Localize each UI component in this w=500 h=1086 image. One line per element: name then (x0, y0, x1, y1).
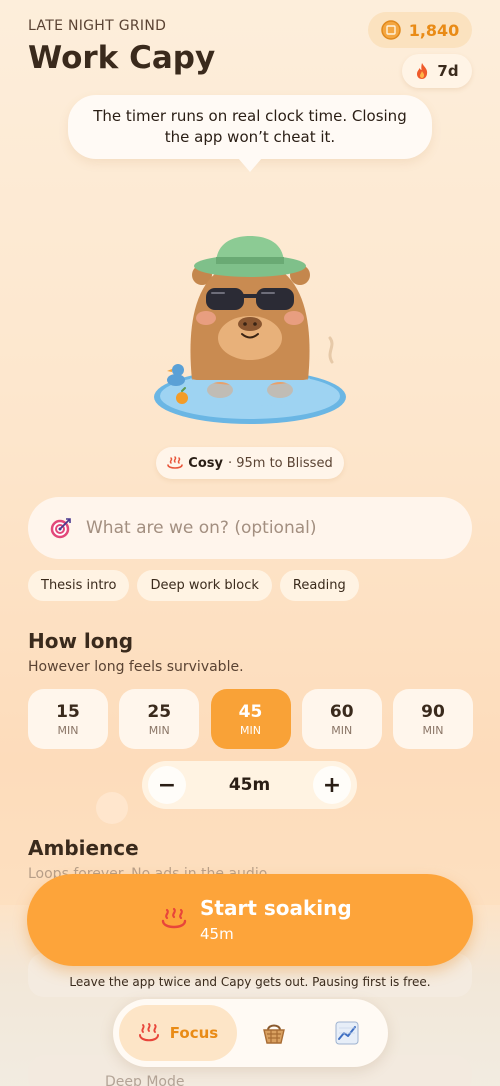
decrement-button[interactable]: − (148, 766, 186, 804)
task-input[interactable] (86, 518, 426, 538)
tab-focus[interactable]: Focus (119, 1005, 237, 1061)
bottom-tab-bar: Focus (113, 999, 388, 1067)
duration-option-unit: MIN (57, 723, 79, 737)
task-input-container[interactable] (28, 497, 472, 559)
tip-bubble: The timer runs on real clock time. Closi… (68, 95, 432, 159)
tip-bubble-tail (238, 158, 262, 172)
duration-option-60[interactable]: 60 MIN (301, 689, 382, 749)
coin-balance-badge[interactable]: 1,840 (368, 12, 472, 48)
duration-option-unit: MIN (148, 723, 170, 737)
duration-heading: How long (28, 629, 134, 653)
task-chip[interactable]: Thesis intro (28, 570, 130, 601)
hot-spring-icon (167, 456, 184, 469)
coin-count: 1,840 (408, 20, 460, 40)
capybara-mascot-illustration[interactable] (150, 230, 350, 430)
duration-option-15[interactable]: 15 MIN (28, 689, 108, 749)
duration-option-value: 90 (421, 701, 445, 722)
decorative-bubble (96, 792, 128, 824)
stepper-value: 45m (228, 775, 271, 795)
mood-label: Cosy (188, 455, 223, 471)
start-button-label: Start soaking (200, 896, 352, 920)
start-soaking-button[interactable]: Start soaking 45m (27, 874, 473, 966)
duration-option-unit: MIN (240, 723, 261, 737)
duration-option-25[interactable]: 25 MIN (119, 689, 200, 749)
mood-status-pill[interactable]: Cosy · 95m to Blissed (156, 447, 344, 479)
duration-option-value: 25 (147, 701, 172, 722)
start-button-duration: 45m (200, 925, 234, 943)
tab-focus-label: Focus (169, 1024, 219, 1042)
target-icon (50, 518, 71, 539)
page-title: Work Capy (28, 40, 216, 76)
duration-option-45[interactable]: 45 MIN (210, 689, 291, 749)
coin-icon (380, 20, 401, 40)
duration-option-unit: MIN (331, 723, 353, 737)
duration-option-value: 15 (56, 701, 80, 722)
session-eyebrow: LATE NIGHT GRIND (28, 18, 167, 34)
task-suggestion-chips: Thesis intro Deep work block Reading (28, 570, 359, 601)
task-chip[interactable]: Reading (279, 570, 359, 601)
duration-description: However long feels survivable. (28, 659, 244, 675)
mood-progress-text: · 95m to Blissed (227, 455, 333, 471)
duration-stepper: − 45m + (142, 761, 357, 809)
leave-warning-text: Leave the app twice and Capy gets out. P… (69, 975, 431, 989)
streak-count: 7d (437, 62, 459, 80)
duration-option-value: 45 (238, 701, 263, 722)
duration-option-90[interactable]: 90 MIN (393, 689, 473, 749)
ambience-heading: Ambience (28, 836, 139, 860)
tip-line-1: The timer runs on real clock time. Closi… (93, 107, 407, 125)
mode-option-label: Deep Mode (105, 1074, 185, 1086)
hot-spring-icon (161, 907, 187, 929)
duration-option-value: 60 (329, 701, 354, 722)
hot-spring-icon (138, 1023, 159, 1042)
increment-button[interactable]: + (313, 766, 351, 804)
basket-icon[interactable] (261, 1020, 287, 1046)
task-chip[interactable]: Deep work block (137, 570, 272, 601)
streak-badge[interactable]: 7d (402, 54, 472, 88)
tip-line-2: the app won’t cheat it. (164, 128, 336, 146)
duration-option-unit: MIN (422, 723, 444, 737)
duration-options: 15 MIN 25 MIN 45 MIN 60 MIN 90 MIN (28, 689, 473, 749)
chart-icon[interactable] (335, 1021, 359, 1045)
flame-icon (417, 63, 428, 79)
